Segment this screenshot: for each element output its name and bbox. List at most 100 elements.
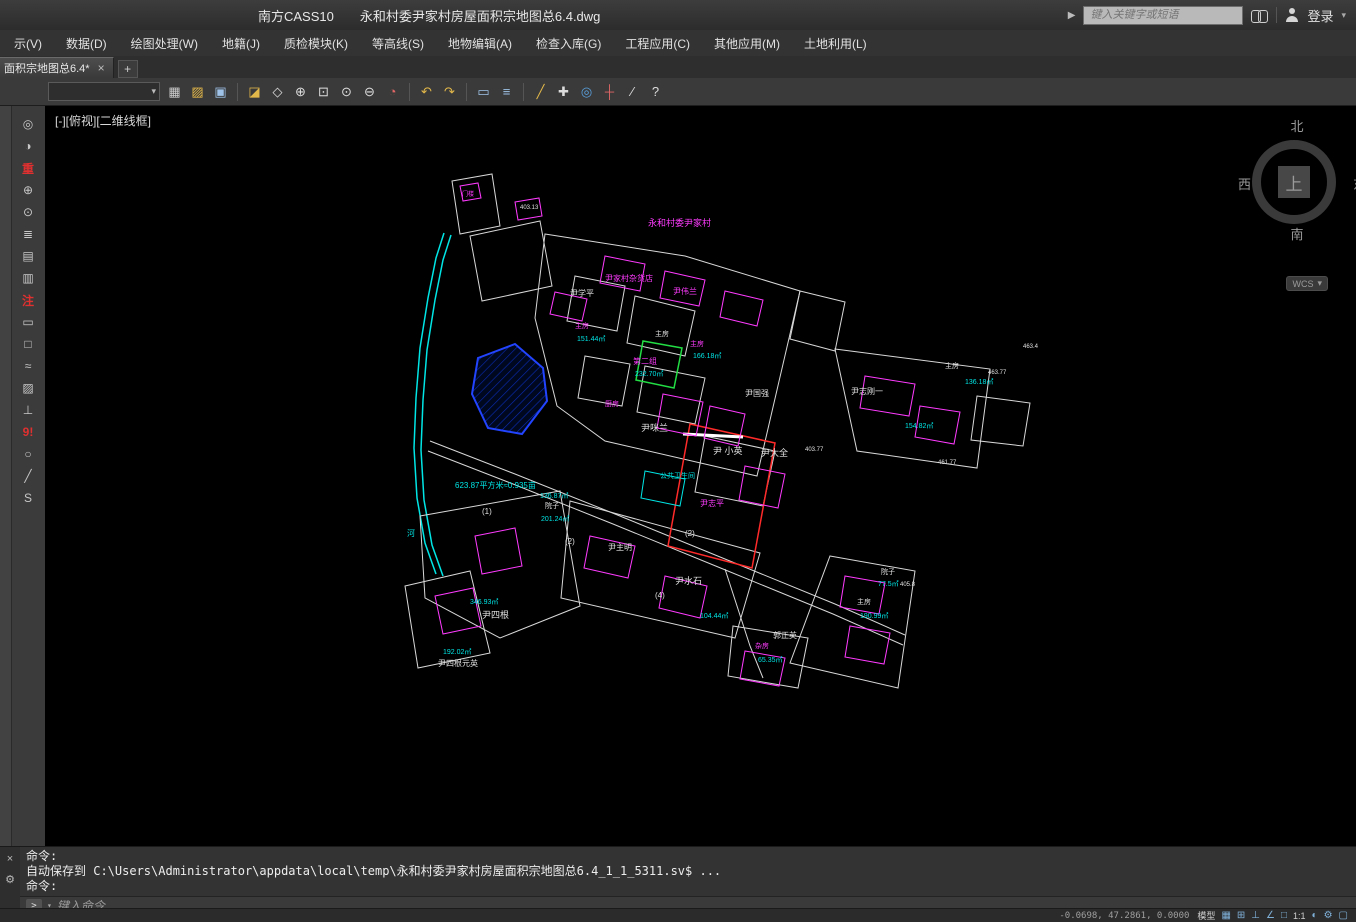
- display-order-icon[interactable]: ▭: [473, 81, 494, 102]
- toolbar-separator: [466, 83, 467, 101]
- map-label: 尹主明: [608, 542, 632, 552]
- map-label: 403.77: [805, 447, 824, 453]
- zoom-window-icon[interactable]: ⊡: [313, 81, 334, 102]
- menu-item-6[interactable]: 地物编辑(A): [436, 31, 524, 56]
- menu-item-1[interactable]: 数据(D): [54, 31, 119, 56]
- map-label: 厨房: [605, 399, 619, 408]
- search-binoculars-icon[interactable]: [1251, 10, 1268, 21]
- menu-item-3[interactable]: 地籍(J): [210, 31, 272, 56]
- snap-mode-icon[interactable]: ⊞: [1237, 910, 1245, 922]
- viewcube-north[interactable]: 北: [1290, 116, 1303, 135]
- menu-item-7[interactable]: 检查入库(G): [524, 31, 613, 56]
- map-shape: [790, 556, 915, 688]
- divide-icon[interactable]: ∕: [622, 81, 643, 102]
- model-space-button[interactable]: 模型: [1197, 910, 1215, 922]
- command-close-icon[interactable]: ×: [7, 853, 13, 865]
- viewcube-south[interactable]: 南: [1290, 224, 1303, 243]
- wcs-button[interactable]: WCS ▾: [1286, 276, 1328, 291]
- snap-icon[interactable]: ⊕: [17, 180, 39, 200]
- hatch-icon[interactable]: ▨: [17, 378, 39, 398]
- menu-item-2[interactable]: 绘图处理(W): [119, 31, 210, 56]
- erase-icon[interactable]: ◪: [244, 81, 265, 102]
- viewcube[interactable]: 北 西 南 东 上: [1242, 116, 1352, 246]
- open-file-icon[interactable]: ▨: [187, 81, 208, 102]
- pan-icon[interactable]: ◇: [267, 81, 288, 102]
- circle-dot-icon[interactable]: ⊙: [17, 202, 39, 222]
- annotation-icon[interactable]: 注: [17, 290, 39, 310]
- zoom-previous-icon[interactable]: ⊖: [359, 81, 380, 102]
- infocenter-expand-icon[interactable]: ▶: [1068, 10, 1076, 21]
- plot-icon[interactable]: ▭: [17, 312, 39, 332]
- undo-icon[interactable]: ↶: [416, 81, 437, 102]
- map-shape: [720, 291, 763, 326]
- annotation-scale-button[interactable]: 1:1: [1293, 910, 1306, 922]
- viewcube-top-face[interactable]: 上: [1278, 166, 1310, 198]
- edit-page-icon[interactable]: ▤: [17, 246, 39, 266]
- move-icon[interactable]: ✚: [553, 81, 574, 102]
- relocate-icon[interactable]: 重: [17, 158, 39, 178]
- menu-item-9[interactable]: 其他应用(M): [702, 31, 792, 56]
- object-snap-icon[interactable]: □: [1281, 910, 1287, 922]
- spline-icon[interactable]: S: [17, 488, 39, 508]
- isolate-objects-icon[interactable]: ◐: [1312, 910, 1318, 922]
- redo-icon[interactable]: ↷: [439, 81, 460, 102]
- menu-item-8[interactable]: 工程应用(C): [613, 31, 702, 56]
- grid-display-icon[interactable]: ▦: [1221, 910, 1230, 922]
- map-label: 77.5㎡: [878, 580, 899, 588]
- login-caret-icon[interactable]: ▾: [1341, 10, 1346, 21]
- dock-grip[interactable]: [0, 106, 12, 846]
- statusbar: -0.0698, 47.2861, 0.0000 模型▦⊞⊥∠□1:1◐⚙▢: [0, 908, 1356, 922]
- ortho-mode-icon[interactable]: ⊥: [1251, 910, 1260, 922]
- login-button[interactable]: 登录: [1307, 6, 1333, 25]
- save-file-icon[interactable]: ▣: [210, 81, 231, 102]
- menubar: 示(V)数据(D)绘图处理(W)地籍(J)质检模块(K)等高线(S)地物编辑(A…: [0, 30, 1356, 56]
- style-combobox[interactable]: ▾: [48, 82, 160, 101]
- draw-line-icon[interactable]: ╱: [530, 81, 551, 102]
- file-tab-bar: 面积宗地图总6.4* × +: [0, 56, 1356, 78]
- rectangle-icon[interactable]: □: [17, 334, 39, 354]
- search-input[interactable]: [1083, 6, 1243, 25]
- tab-close-icon[interactable]: ×: [98, 61, 105, 75]
- pencil-icon[interactable]: ╱: [17, 466, 39, 486]
- polar-tracking-icon[interactable]: ∠: [1266, 910, 1275, 922]
- fullscreen-icon[interactable]: ▢: [1339, 910, 1348, 922]
- menu-item-0[interactable]: 示(V): [2, 31, 54, 56]
- file-tab-label: 面积宗地图总6.4*: [4, 60, 90, 76]
- toolbar-separator: [409, 83, 410, 101]
- help-icon[interactable]: ?: [645, 81, 666, 102]
- break-icon[interactable]: ┼: [599, 81, 620, 102]
- zoom-realtime-icon[interactable]: ⊕: [290, 81, 311, 102]
- zoom-object-icon[interactable]: ⊙: [336, 81, 357, 102]
- command-customize-icon[interactable]: ⚙: [5, 873, 15, 886]
- search-page-icon[interactable]: ▥: [17, 268, 39, 288]
- file-tab[interactable]: 面积宗地图总6.4* ×: [0, 57, 114, 78]
- map-shape: [470, 221, 552, 301]
- map-label: 尹志平: [700, 498, 724, 508]
- map-label: 463.77: [988, 370, 1007, 376]
- grid-toggle-icon[interactable]: ▦: [164, 81, 185, 102]
- menu-item-4[interactable]: 质检模块(K): [272, 31, 360, 56]
- menu-item-5[interactable]: 等高线(S): [360, 31, 436, 56]
- map-label: (4): [655, 591, 665, 600]
- perpendicular-icon[interactable]: ⊥: [17, 400, 39, 420]
- circle-icon[interactable]: ○: [17, 444, 39, 464]
- label-9-icon[interactable]: 9!: [17, 422, 39, 442]
- left-toolbar-icons: ◎◑重⊕⊙≣▤▥注▭□≈▨⊥9!○╱S: [12, 106, 44, 846]
- settings-gear-icon[interactable]: ⚙: [1324, 910, 1333, 922]
- map-shape: [435, 588, 481, 634]
- menu-item-10[interactable]: 土地利用(L): [792, 31, 879, 56]
- viewport-controls[interactable]: [-][俯视][二维线框]: [55, 112, 151, 129]
- map-shape: [739, 466, 785, 508]
- regen-icon[interactable]: ◔: [382, 81, 403, 102]
- toolbar-separator: [237, 83, 238, 101]
- zoom-scale-icon[interactable]: ◎: [576, 81, 597, 102]
- layer-list-icon[interactable]: ≡: [496, 81, 517, 102]
- palette-icon[interactable]: ◑: [17, 136, 39, 156]
- contour-icon[interactable]: ≣: [17, 224, 39, 244]
- zoom-page-icon[interactable]: ◎: [17, 114, 39, 134]
- combobox-caret-icon: ▾: [151, 86, 156, 97]
- new-tab-button[interactable]: +: [118, 60, 138, 78]
- viewcube-west[interactable]: 西: [1238, 174, 1251, 193]
- polyline-icon[interactable]: ≈: [17, 356, 39, 376]
- drawing-canvas[interactable]: [-][俯视][二维线框] 永和村委尹家村尹家村杂货店尹学平尹伟兰第二组232.…: [45, 106, 1356, 846]
